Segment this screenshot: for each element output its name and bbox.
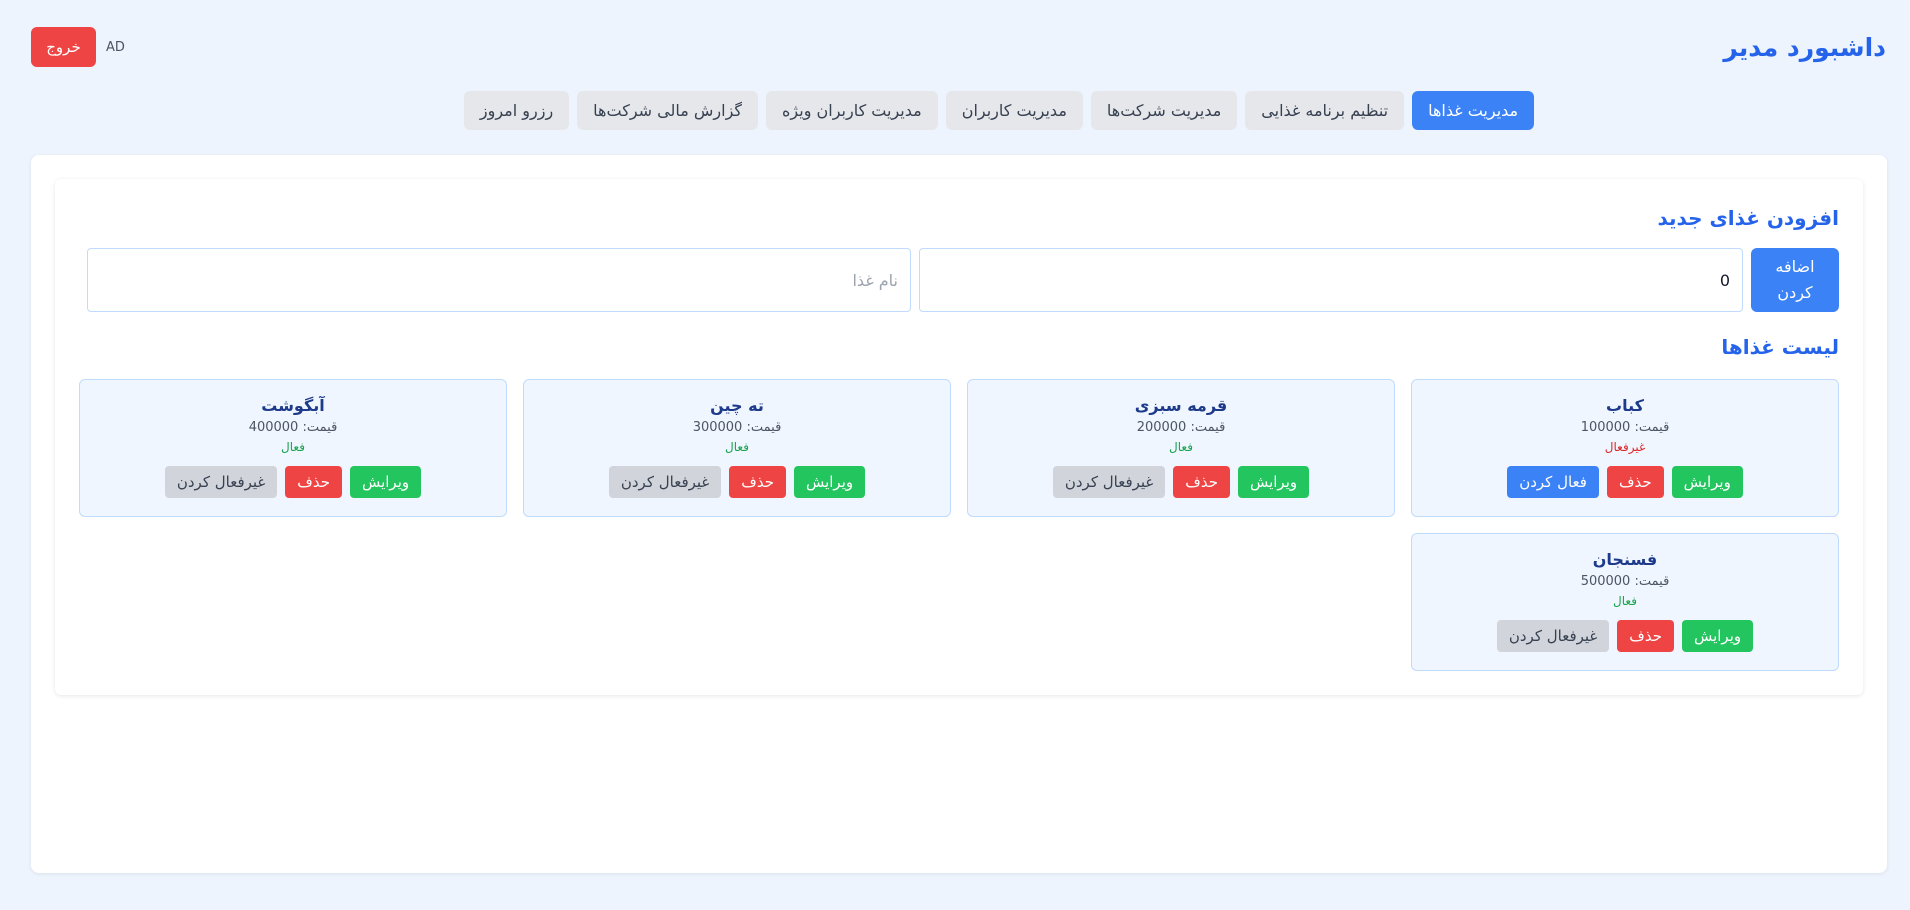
tab-meal-schedule[interactable]: تنظیم برنامه غذایی [1245,91,1405,130]
main-panel: افزودن غذای جدید اضافه کردن لیست غذاها ک… [31,155,1887,873]
food-price: قیمت: 400000 [249,420,338,438]
food-status: فعال [725,440,749,454]
edit-food-button[interactable]: ویرایش [349,466,422,498]
food-price: قیمت: 200000 [1137,420,1226,438]
header-user-area: خروج AD [31,27,125,67]
deactivate-food-button[interactable]: غیرفعال کردن [1496,620,1610,652]
food-card-actions: ویرایش حذف غیرفعال کردن [164,466,422,498]
food-card: آبگوشت قیمت: 400000 فعال ویرایش حذف غیرفعال ک… [79,379,507,517]
food-name: قرمه سبزی [1134,396,1228,415]
delete-food-button[interactable]: حذف [1617,620,1674,652]
edit-food-button[interactable]: ویرایش [1681,620,1754,652]
food-price-value: 200000 [1136,420,1187,435]
food-card: فسنجان قیمت: 500000 فعال ویرایش حذف غیرفعال ک… [1411,533,1839,671]
food-price-label: قیمت: [1190,420,1226,435]
edit-food-button[interactable]: ویرایش [1671,466,1743,498]
food-card: ته چین قیمت: 300000 فعال ویرایش حذف غیرفعال ک… [523,379,951,517]
food-card-actions: ویرایش حذف غیرفعال کردن [1496,620,1754,652]
food-list-title: لیست غذاها [1721,335,1839,359]
food-price: قیمت: 100000 [1581,420,1670,438]
food-status: فعال [281,440,305,454]
user-badge: AD [106,39,125,55]
delete-food-button[interactable]: حذف [285,466,342,498]
food-price: قیمت: 300000 [693,420,782,438]
food-name: فسنجان [1592,550,1658,569]
food-card-actions: ویرایش حذف غیرفعال کردن [608,466,866,498]
delete-food-button[interactable]: حذف [1173,466,1230,498]
food-name: کباب [1606,396,1644,415]
edit-food-button[interactable]: ویرایش [793,466,866,498]
food-card: کباب قیمت: 100000 غیرفعال ویرایش حذف فعال کرد… [1411,379,1839,517]
food-price-value: 100000 [1580,420,1631,435]
tab-companies[interactable]: مدیریت شرکت‌ها [1090,91,1238,130]
header: داشبورد مدیر خروج AD [31,27,1886,67]
food-price-label: قیمت: [1634,420,1670,435]
delete-food-button[interactable]: حذف [729,466,786,498]
food-price-label: قیمت: [1634,574,1670,589]
logout-button[interactable]: خروج [31,27,96,67]
tab-special-users[interactable]: مدیریت کاربران ویژه [766,91,938,130]
food-name: ته چین [710,396,764,415]
activate-food-button[interactable]: فعال کردن [1507,466,1599,498]
admin-dashboard: داشبورد مدیر خروج AD مدیریت غذاها تنظیم … [0,0,1910,910]
food-price-label: قیمت: [746,420,782,435]
food-management-card: افزودن غذای جدید اضافه کردن لیست غذاها ک… [55,179,1863,695]
food-price-input[interactable] [919,248,1743,312]
add-food-title: افزودن غذای جدید [1657,206,1839,230]
deactivate-food-button[interactable]: غیرفعال کردن [608,466,722,498]
tab-today-reservations[interactable]: رزرو امروز [463,91,570,130]
deactivate-food-button[interactable]: غیرفعال کردن [164,466,278,498]
tab-financial-report[interactable]: گزارش مالی شرکت‌ها [577,91,759,130]
edit-food-button[interactable]: ویرایش [1237,466,1310,498]
food-card-actions: ویرایش حذف غیرفعال کردن [1052,466,1310,498]
deactivate-food-button[interactable]: غیرفعال کردن [1052,466,1166,498]
food-price-label: قیمت: [302,420,338,435]
food-price: قیمت: 500000 [1581,574,1670,592]
food-status: فعال [1169,440,1193,454]
food-name-input[interactable] [87,248,911,312]
food-price-value: 500000 [1580,574,1631,589]
page-title: داشبورد مدیر [1723,32,1886,62]
food-card-actions: ویرایش حذف فعال کردن [1507,466,1743,498]
delete-food-button[interactable]: حذف [1606,466,1664,498]
add-food-form: اضافه کردن [87,248,1839,312]
food-card: قرمه سبزی قیمت: 200000 فعال ویرایش حذف غیرفعا… [967,379,1395,517]
tab-food-management[interactable]: مدیریت غذاها [1412,91,1535,130]
add-food-button[interactable]: اضافه کردن [1751,248,1839,312]
food-grid: کباب قیمت: 100000 غیرفعال ویرایش حذف فعال کرد… [79,379,1839,671]
food-status: فعال [1613,594,1637,608]
food-price-value: 300000 [692,420,743,435]
tab-users[interactable]: مدیریت کاربران [945,91,1083,130]
food-name: آبگوشت [261,396,325,415]
nav-tabs: مدیریت غذاها تنظیم برنامه غذایی مدیریت ش… [0,91,1910,130]
food-price-value: 400000 [248,420,299,435]
food-status: غیرفعال [1604,440,1646,454]
